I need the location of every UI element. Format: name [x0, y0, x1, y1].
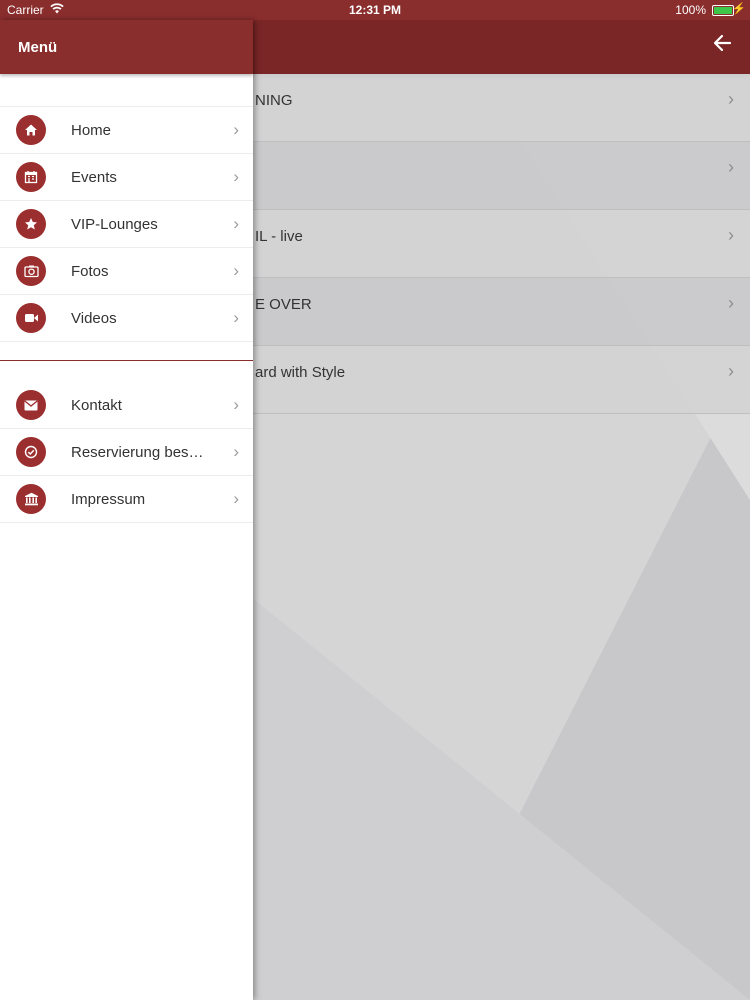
- chevron-right-icon: ›: [728, 361, 734, 381]
- menu-divider: [0, 360, 253, 361]
- envelope-icon: [16, 390, 46, 420]
- menu-item-label: Events: [71, 169, 117, 186]
- clock: 12:31 PM: [348, 3, 402, 17]
- menu-item-label: VIP-Lounges: [71, 216, 158, 233]
- menu-item-label: Reservierung bes…: [71, 444, 204, 461]
- menu-item-home[interactable]: Home ›: [0, 107, 253, 154]
- chevron-right-icon: ›: [728, 157, 734, 177]
- calendar-icon: [16, 162, 46, 192]
- menu-item-label: Impressum: [71, 491, 146, 508]
- main-menu: Home › Events › VIP-Lounges › Fotos › Vi…: [0, 106, 253, 342]
- institution-icon: [16, 484, 46, 514]
- menu-item-videos[interactable]: Videos ›: [0, 295, 253, 342]
- chevron-right-icon: ›: [233, 167, 239, 186]
- drawer-header: Menü: [0, 20, 253, 74]
- chevron-right-icon: ›: [233, 261, 239, 280]
- chevron-right-icon: ›: [233, 395, 239, 414]
- menu-item-vip-lounges[interactable]: VIP-Lounges ›: [0, 201, 253, 248]
- camera-icon: [16, 256, 46, 286]
- drawer-title: Menü: [18, 39, 58, 56]
- side-menu-drawer: Menü Home › Events › VIP-Lounges › Fotos…: [0, 20, 253, 1000]
- menu-item-events[interactable]: Events ›: [0, 154, 253, 201]
- menu-item-fotos[interactable]: Fotos ›: [0, 248, 253, 295]
- chevron-right-icon: ›: [233, 442, 239, 461]
- status-bar: Carrier 12:31 PM 100% ⚡: [0, 0, 750, 20]
- home-icon: [16, 115, 46, 145]
- video-icon: [16, 303, 46, 333]
- charging-icon: ⚡: [732, 3, 746, 15]
- battery-icon: [712, 5, 734, 16]
- secondary-menu: Kontakt › Reservierung bes… › Impressum …: [0, 382, 253, 523]
- menu-item-label: Fotos: [71, 263, 109, 280]
- chevron-right-icon: ›: [233, 308, 239, 327]
- chevron-right-icon: ›: [233, 120, 239, 139]
- menu-item-label: Videos: [71, 310, 117, 327]
- menu-item-reservierung[interactable]: Reservierung bes… ›: [0, 429, 253, 476]
- back-arrow-icon[interactable]: [712, 33, 732, 59]
- event-title: IL - live: [255, 228, 303, 245]
- chevron-right-icon: ›: [233, 489, 239, 508]
- chevron-right-icon: ›: [233, 214, 239, 233]
- battery-percentage: 100%: [675, 3, 706, 17]
- event-title: E OVER: [255, 296, 312, 313]
- event-title: ard with Style: [255, 364, 346, 381]
- menu-item-impressum[interactable]: Impressum ›: [0, 476, 253, 523]
- star-icon: [16, 209, 46, 239]
- chevron-right-icon: ›: [728, 293, 734, 313]
- check-circle-icon: [16, 437, 46, 467]
- menu-item-label: Kontakt: [71, 397, 122, 414]
- chevron-right-icon: ›: [728, 225, 734, 245]
- chevron-right-icon: ›: [728, 89, 734, 109]
- event-title: NING: [255, 92, 293, 109]
- menu-item-kontakt[interactable]: Kontakt ›: [0, 382, 253, 429]
- menu-item-label: Home: [71, 122, 112, 139]
